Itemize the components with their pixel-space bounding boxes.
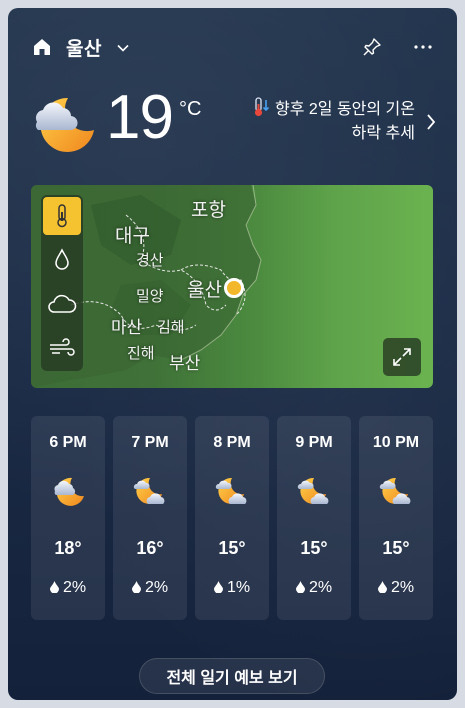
precip-value: 2% (62, 579, 87, 596)
hour-precipitation: 2% (359, 579, 433, 597)
moon-clouds-icon (379, 477, 411, 504)
hour-card[interactable]: 9 PM 15° 2% (277, 416, 351, 620)
current-temperature: 19 (106, 83, 174, 152)
full-forecast-button[interactable]: 전체 일기 예보 보기 (139, 658, 325, 694)
map-label-ulsan: 울산 (187, 280, 222, 301)
map-label-daegu: 대구 (115, 226, 150, 247)
thermometer-down-icon (254, 97, 270, 117)
layer-wind-button[interactable] (43, 329, 81, 367)
hour-precipitation: 2% (113, 579, 187, 597)
hour-temperature: 16° (136, 538, 164, 558)
drop-icon (131, 581, 141, 593)
precip-value: 2% (308, 579, 333, 596)
more-icon[interactable] (413, 37, 433, 57)
hour-precipitation: 2% (277, 579, 351, 597)
expand-map-button[interactable] (383, 338, 421, 376)
hour-card[interactable]: 8 PM 15° 1% (195, 416, 269, 620)
hour-temperature: 15° (382, 538, 410, 558)
map-label-jinhae: 진해 (127, 345, 155, 362)
hour-card[interactable]: 10 PM 15° 2% (359, 416, 433, 620)
hour-time: 8 PM (213, 434, 251, 451)
layer-temperature-button[interactable] (43, 197, 81, 235)
drop-icon (377, 581, 387, 593)
thermometer-icon (57, 204, 67, 228)
map-label-masan: 마산 (111, 318, 143, 337)
widget-header: 울산 (32, 34, 433, 60)
drop-icon (295, 581, 305, 593)
trend-line-2: 하락 추세 (351, 125, 415, 142)
location-name[interactable]: 울산 (66, 34, 102, 61)
moon-clouds-icon (133, 477, 165, 504)
moon-clouds-icon (215, 477, 247, 504)
drop-icon (213, 581, 223, 593)
pin-icon[interactable] (361, 36, 383, 58)
wind-icon (50, 338, 75, 356)
hour-time: 9 PM (295, 434, 333, 451)
hourly-forecast: 6 PM 18° 2% 7 PM 16° 2% 8 PM 15° 1% 9 PM… (31, 416, 433, 620)
hour-temperature: 15° (300, 538, 328, 558)
hour-temperature: 15° (218, 538, 246, 558)
weather-widget: 울산 19 °C 향후 2일 동안의 기온 하락 추세 포항 대구 경산 밀양 … (8, 8, 457, 700)
moon-cloud-icon (35, 97, 94, 152)
moon-cloud-icon (54, 477, 84, 506)
map-label-gyeongsan: 경산 (136, 252, 164, 269)
location-marker (224, 278, 244, 298)
hour-time: 10 PM (372, 434, 420, 451)
hour-time: 6 PM (49, 434, 87, 451)
chevron-down-icon[interactable] (116, 41, 130, 55)
layer-cloud-button[interactable] (43, 285, 81, 323)
cloud-icon (48, 294, 77, 313)
hour-card[interactable]: 7 PM 16° 2% (113, 416, 187, 620)
precip-value: 2% (144, 579, 169, 596)
layer-precipitation-button[interactable] (43, 241, 81, 279)
map-label-busan: 부산 (169, 354, 201, 373)
hour-time: 7 PM (131, 434, 169, 451)
home-icon (34, 39, 50, 55)
moon-clouds-icon (297, 477, 329, 504)
current-conditions[interactable]: 19 °C 향후 2일 동안의 기온 하락 추세 (28, 83, 437, 168)
map-label-miryang: 밀양 (136, 288, 164, 305)
hour-precipitation: 1% (195, 579, 269, 597)
trend-line-1: 향후 2일 동안의 기온 (275, 101, 415, 118)
drop-icon (55, 248, 69, 270)
hour-precipitation: 2% (31, 579, 105, 597)
weather-map[interactable]: 포항 대구 경산 밀양 울산 마산 김해 진해 부산 (31, 185, 433, 388)
map-label-gimhae: 김해 (157, 319, 185, 336)
chevron-right-icon[interactable] (425, 112, 437, 132)
header-actions (361, 36, 433, 58)
temperature-trend[interactable]: 향후 2일 동안의 기온 하락 추세 (251, 96, 415, 146)
hour-temperature: 18° (54, 538, 82, 558)
map-layer-selector (41, 195, 83, 371)
precip-value: 2% (390, 579, 415, 596)
precip-value: 1% (226, 579, 251, 596)
map-label-pohang: 포항 (191, 200, 226, 221)
temperature-unit[interactable]: °C (179, 98, 201, 121)
expand-icon (393, 348, 411, 366)
drop-icon (49, 581, 59, 593)
hour-card[interactable]: 6 PM 18° 2% (31, 416, 105, 620)
